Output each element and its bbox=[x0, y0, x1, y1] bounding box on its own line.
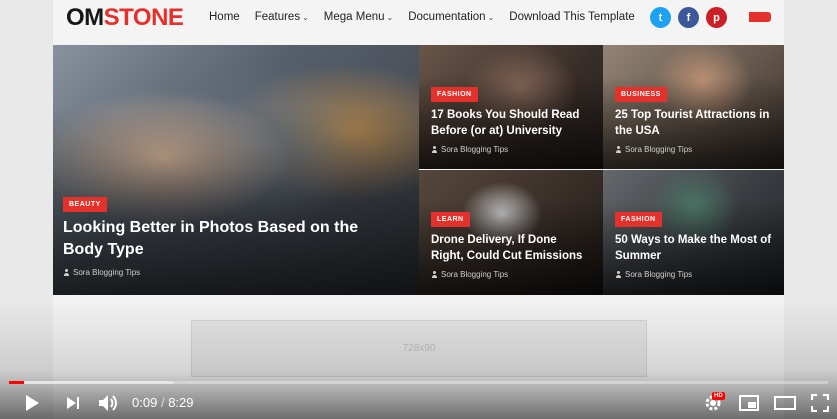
chevron-down-icon: ⌄ bbox=[302, 12, 309, 22]
post-meta: Sora Blogging Tips bbox=[431, 270, 508, 279]
next-icon bbox=[67, 397, 79, 409]
current-time: 0:09 bbox=[132, 395, 158, 410]
theater-icon bbox=[774, 396, 796, 410]
category-badge[interactable]: BEAUTY bbox=[63, 197, 107, 212]
twitter-icon[interactable]: t bbox=[650, 7, 671, 28]
fullscreen-button[interactable] bbox=[807, 391, 833, 415]
progress-buffered bbox=[9, 381, 173, 384]
featured-post-3[interactable]: LEARN Drone Delivery, If Done Right, Cou… bbox=[419, 170, 603, 295]
time-display: 0:09 / 8:29 bbox=[132, 395, 194, 410]
progress-played bbox=[9, 381, 24, 384]
featured-post-1[interactable]: FASHION 17 Books You Should Read Before … bbox=[419, 45, 603, 169]
user-icon bbox=[63, 269, 70, 276]
post-author[interactable]: Sora Blogging Tips bbox=[441, 145, 508, 154]
nav-download[interactable]: Download This Template bbox=[509, 11, 635, 23]
category-badge[interactable]: FASHION bbox=[615, 212, 662, 227]
post-title[interactable]: Looking Better in Photos Based on the Bo… bbox=[63, 217, 393, 261]
featured-post-2[interactable]: BUSINESS 25 Top Tourist Attractions in t… bbox=[603, 45, 784, 169]
post-author[interactable]: Sora Blogging Tips bbox=[441, 270, 508, 279]
nav-download-label: Download This Template bbox=[509, 11, 635, 23]
chevron-down-icon: ⌄ bbox=[487, 12, 495, 22]
facebook-icon[interactable]: f bbox=[678, 7, 699, 28]
play-icon bbox=[26, 395, 39, 411]
featured-grid: BEAUTY Looking Better in Photos Based on… bbox=[53, 45, 784, 295]
category-badge[interactable]: FASHION bbox=[431, 87, 478, 102]
post-meta: Sora Blogging Tips bbox=[615, 145, 692, 154]
chevron-down-icon: ⌄ bbox=[386, 12, 394, 22]
volume-button[interactable] bbox=[96, 391, 122, 415]
settings-button[interactable]: HD bbox=[700, 391, 726, 415]
logo-part2: STONE bbox=[103, 4, 184, 31]
volume-icon bbox=[99, 395, 117, 411]
user-icon bbox=[431, 146, 438, 153]
social-links: t f p bbox=[650, 7, 727, 28]
next-button[interactable] bbox=[61, 391, 85, 415]
user-icon bbox=[615, 146, 622, 153]
post-author[interactable]: Sora Blogging Tips bbox=[625, 270, 692, 279]
post-title[interactable]: 17 Books You Should Read Before (or at) … bbox=[431, 107, 591, 139]
nav-home-label: Home bbox=[209, 11, 240, 23]
featured-post-main[interactable]: BEAUTY Looking Better in Photos Based on… bbox=[53, 45, 419, 295]
fullscreen-icon bbox=[811, 394, 829, 412]
post-meta: Sora Blogging Tips bbox=[63, 268, 140, 277]
category-badge[interactable]: LEARN bbox=[431, 212, 470, 227]
pinterest-icon[interactable]: p bbox=[706, 7, 727, 28]
progress-bar[interactable] bbox=[9, 381, 828, 384]
nav-mega-menu-label: Mega Menu bbox=[323, 11, 385, 23]
time-separator: / bbox=[160, 395, 165, 410]
nav-documentation[interactable]: Documentation ⌄ bbox=[408, 11, 494, 23]
nav-home[interactable]: Home bbox=[209, 11, 240, 23]
logo-part1: OM bbox=[66, 4, 104, 31]
menu-toggle[interactable] bbox=[749, 12, 771, 22]
play-button[interactable] bbox=[20, 391, 44, 415]
site-header: OMSTONE Home Features ⌄ Mega Menu ⌄ Docume… bbox=[53, 0, 784, 44]
nav-features[interactable]: Features ⌄ bbox=[255, 11, 309, 23]
main-nav: Home Features ⌄ Mega Menu ⌄ Documentation ⌄… bbox=[209, 11, 635, 23]
nav-mega-menu[interactable]: Mega Menu ⌄ bbox=[324, 11, 393, 23]
user-icon bbox=[615, 271, 622, 278]
post-title[interactable]: 50 Ways to Make the Most of Summer bbox=[615, 232, 775, 264]
hd-badge: HD bbox=[712, 392, 725, 400]
player-controls: 0:09 / 8:29 HD bbox=[0, 389, 837, 417]
featured-post-4[interactable]: FASHION 50 Ways to Make the Most of Summ… bbox=[603, 170, 784, 295]
nav-documentation-label: Documentation bbox=[408, 11, 486, 23]
post-meta: Sora Blogging Tips bbox=[615, 270, 692, 279]
post-author[interactable]: Sora Blogging Tips bbox=[73, 268, 140, 277]
post-title[interactable]: 25 Top Tourist Attractions in the USA bbox=[615, 107, 775, 139]
post-author[interactable]: Sora Blogging Tips bbox=[625, 145, 692, 154]
user-icon bbox=[431, 271, 438, 278]
theater-mode-button[interactable] bbox=[772, 391, 798, 415]
site-logo[interactable]: OMSTONE bbox=[66, 4, 184, 32]
category-badge[interactable]: BUSINESS bbox=[615, 87, 667, 102]
miniplayer-button[interactable] bbox=[736, 391, 762, 415]
nav-features-label: Features bbox=[254, 11, 301, 23]
miniplayer-icon bbox=[739, 395, 759, 411]
post-meta: Sora Blogging Tips bbox=[431, 145, 508, 154]
post-title[interactable]: Drone Delivery, If Done Right, Could Cut… bbox=[431, 232, 591, 264]
duration: 8:29 bbox=[168, 395, 194, 410]
